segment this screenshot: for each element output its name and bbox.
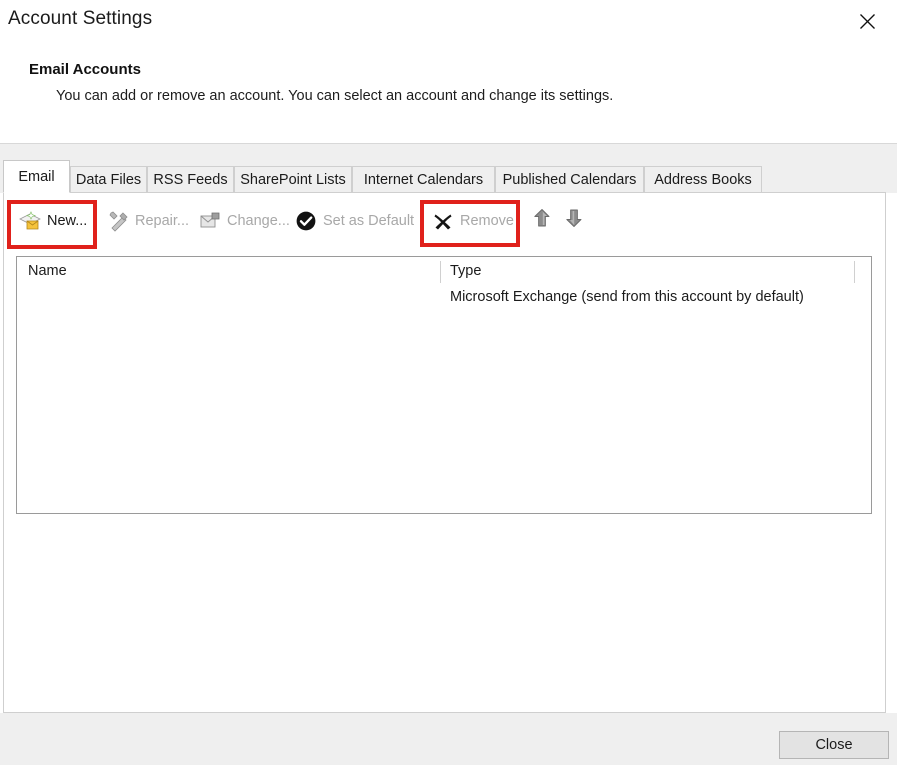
change-account-icon [199,210,221,232]
tab-published-calendars[interactable]: Published Calendars [495,166,644,193]
set-as-default-label: Set as Default [323,213,415,229]
dialog-footer [0,713,897,765]
remove-account-button[interactable]: Remove [432,201,514,241]
move-down-button[interactable] [561,207,587,233]
tab-label: Data Files [75,172,142,188]
repair-account-label: Repair... [135,213,189,229]
remove-account-label: Remove [460,213,514,229]
list-column-header-name: Name [28,263,67,279]
section-description: You can add or remove an account. You ca… [56,88,614,104]
check-circle-icon [295,210,317,232]
account-list[interactable]: Name Type Microsoft Exchange (send from … [16,256,872,514]
tab-label: RSS Feeds [153,172,228,188]
email-tab-panel: New... Repair... Change... Set as Defaul… [3,192,886,713]
repair-account-button[interactable]: Repair... [107,201,189,241]
tab-bar: Email Data Files RSS Feeds SharePoint Lists… [0,160,897,193]
tab-internet-calendars[interactable]: Internet Calendars [352,166,495,193]
tab-address-books[interactable]: Address Books [644,166,762,193]
arrow-down-icon [565,208,583,233]
section-heading: Email Accounts [29,61,141,78]
close-x-icon[interactable] [845,2,889,40]
list-column-divider [854,261,855,283]
set-as-default-button[interactable]: Set as Default [295,201,414,241]
tab-email[interactable]: Email [3,160,70,193]
new-account-button[interactable]: New... [19,201,87,241]
repair-tools-icon [107,210,129,232]
list-column-header-type: Type [450,263,482,279]
tab-label: Published Calendars [502,172,637,188]
tab-label: Address Books [654,172,752,188]
list-column-divider [440,261,441,283]
tab-label: Email [18,168,55,185]
new-account-label: New... [47,213,88,229]
close-button[interactable]: Close [779,731,889,759]
window-title: Account Settings [8,8,153,29]
tab-sharepoint-lists[interactable]: SharePoint Lists [234,166,352,193]
tab-label: SharePoint Lists [240,172,346,188]
title-bar: Account Settings [0,0,897,43]
change-account-label: Change... [227,213,290,229]
change-account-button[interactable]: Change... [199,201,290,241]
move-up-button[interactable] [529,207,555,233]
tab-label: Internet Calendars [363,172,484,188]
new-email-account-icon [19,210,41,232]
account-type-cell: Microsoft Exchange (send from this accou… [450,289,804,305]
tab-rss-feeds[interactable]: RSS Feeds [147,166,234,193]
arrow-up-icon [533,208,551,233]
tab-data-files[interactable]: Data Files [70,166,147,193]
remove-x-icon [432,210,454,232]
